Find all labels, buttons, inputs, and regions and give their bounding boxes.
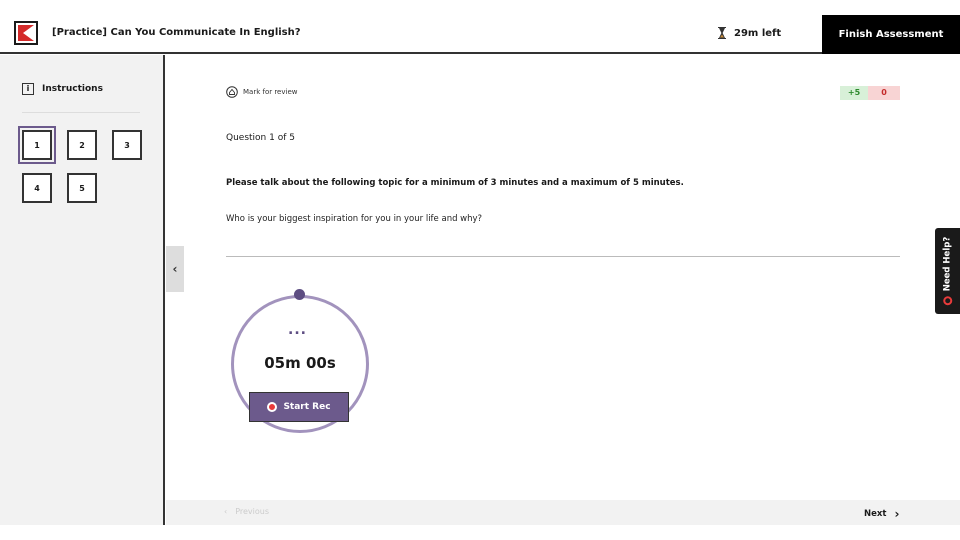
next-button[interactable]: Next › (864, 507, 899, 521)
recorder-status-dots: ... (288, 322, 307, 338)
brand-logo-icon (14, 21, 38, 45)
next-label: Next (864, 509, 887, 519)
question-text: Who is your biggest inspiration for you … (226, 214, 483, 224)
question-nav-1[interactable]: 1 (18, 126, 56, 164)
collapse-sidebar-button[interactable]: ‹ (166, 246, 184, 292)
question-prompt: Please talk about the following topic fo… (226, 178, 684, 188)
mark-for-review-label: Mark for review (243, 88, 298, 96)
instructions-label: Instructions (42, 84, 103, 94)
score-positive: +5 (840, 86, 868, 100)
recorder-progress-knob (294, 289, 305, 300)
chevron-left-icon: ‹ (224, 507, 228, 516)
timer: 29m left (718, 27, 781, 39)
need-help-label: Need Help? (942, 236, 953, 292)
chevron-right-icon: › (894, 507, 900, 521)
start-recording-label: Start Rec (283, 402, 331, 412)
help-icon (943, 296, 952, 306)
content-divider (226, 256, 900, 257)
score-negative: 0 (868, 86, 900, 100)
assessment-title: [Practice] Can You Communicate In Englis… (52, 27, 301, 38)
score-badge: +5 0 (840, 86, 900, 100)
question-counter: Question 1 of 5 (226, 133, 295, 143)
need-help-button[interactable]: Need Help? (935, 228, 960, 314)
question-nav-2[interactable]: 2 (67, 130, 97, 160)
time-left: 29m left (734, 27, 782, 39)
info-icon: i (22, 83, 34, 95)
bookmark-icon (226, 86, 238, 98)
sidebar-divider (22, 112, 140, 113)
finish-assessment-button[interactable]: Finish Assessment (822, 15, 960, 54)
record-icon (267, 402, 278, 412)
instructions-link[interactable]: i Instructions (22, 83, 103, 95)
question-nav-3[interactable]: 3 (112, 130, 142, 160)
start-recording-button[interactable]: Start Rec (249, 392, 349, 422)
mark-for-review-button[interactable]: Mark for review (226, 86, 298, 98)
previous-label: Previous (235, 507, 270, 516)
sidebar: i Instructions 1 2 3 4 5 (0, 55, 165, 525)
recorder-time: 05m 00s (264, 354, 336, 372)
header-bar: [Practice] Can You Communicate In Englis… (0, 0, 960, 54)
question-nav-5[interactable]: 5 (67, 173, 97, 203)
question-nav-4[interactable]: 4 (22, 173, 52, 203)
previous-button[interactable]: ‹ Previous (224, 507, 269, 516)
footer-bar: ‹ Previous Next › (166, 500, 960, 525)
hourglass-icon (718, 27, 726, 39)
chevron-left-icon: ‹ (172, 262, 178, 276)
